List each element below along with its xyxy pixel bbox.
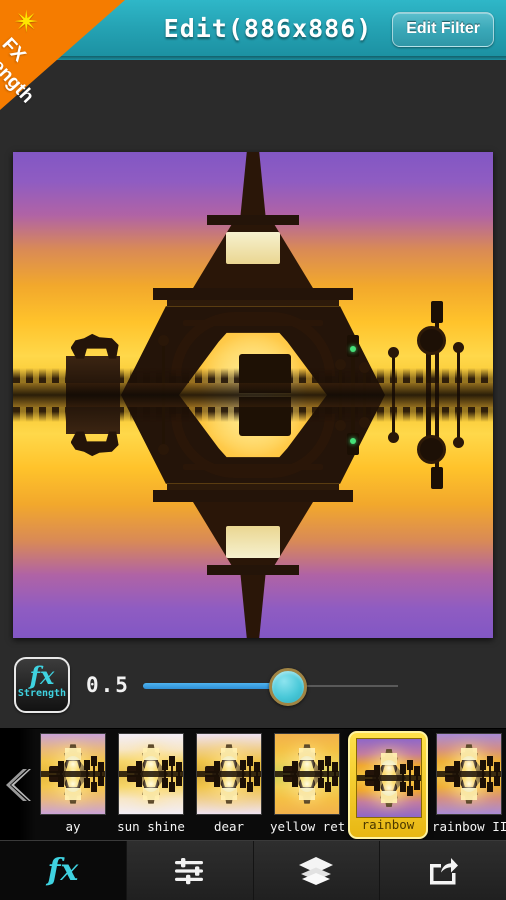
filter-prev-button[interactable]: [0, 729, 36, 840]
filter-thumbnail[interactable]: dear: [192, 733, 266, 837]
filter-thumbnail[interactable]: yellow ret: [270, 733, 346, 837]
photo-canvas[interactable]: [13, 152, 493, 638]
header-bar: Edit(886x886) Edit Filter: [0, 0, 506, 60]
filter-thumbnail-image: [40, 733, 106, 815]
filter-thumbnail[interactable]: ay: [36, 733, 110, 837]
bottom-toolbar: fx: [0, 840, 506, 900]
fx-strength-button[interactable]: fx Strength: [14, 657, 70, 713]
nav-item-share[interactable]: [380, 841, 506, 900]
edit-filter-button[interactable]: Edit Filter: [392, 12, 494, 47]
slider-thumb[interactable]: [269, 668, 308, 706]
nav-item-adjust[interactable]: [126, 841, 254, 900]
edited-image: [13, 152, 493, 638]
chevron-left-icon: [6, 769, 31, 801]
app-root: Edit(886x886) Edit Filter ✴ FX Strength: [0, 0, 506, 900]
filter-strip[interactable]: ay sun shine dear yellow ret rainbow rainbow …: [0, 728, 506, 840]
strength-slider-row: fx Strength 0.5: [0, 648, 506, 728]
nav-item-layers[interactable]: [253, 841, 381, 900]
nav-item-fx[interactable]: fx: [0, 841, 127, 900]
fx-strength-button-label: Strength: [17, 688, 67, 699]
filter-thumbnail-image: [274, 733, 340, 815]
filter-thumbnail-label: dear: [213, 819, 245, 834]
slider-fill: [143, 683, 289, 689]
image-upper-half: [13, 152, 493, 395]
image-reflection-half: [13, 395, 493, 638]
fx-icon: fx: [29, 661, 55, 690]
filter-thumbnail[interactable]: rainbow II: [432, 733, 506, 837]
strength-slider[interactable]: [143, 668, 398, 706]
filter-thumbnail-image: [356, 738, 422, 818]
filter-thumbnail-image: [436, 733, 502, 815]
filter-thumbnail-label: yellow ret: [270, 819, 346, 834]
sliders-icon: [174, 857, 203, 884]
filter-thumbnail[interactable]: rainbow: [348, 731, 428, 839]
filter-thumbnail-image: [118, 733, 184, 815]
filter-thumbnail[interactable]: sun shine: [114, 733, 188, 837]
filter-thumbnail-label: sun shine: [117, 819, 185, 834]
strength-value: 0.5: [86, 673, 130, 697]
layers-icon: [299, 856, 334, 885]
filter-thumbnail-label: rainbow II: [432, 819, 506, 834]
filter-thumbnail-image: [196, 733, 262, 815]
filter-thumbnail-label: ay: [65, 819, 81, 834]
fx-icon: fx: [47, 853, 79, 888]
filter-thumbnail-label: rainbow: [361, 817, 415, 832]
share-icon: [430, 857, 459, 884]
